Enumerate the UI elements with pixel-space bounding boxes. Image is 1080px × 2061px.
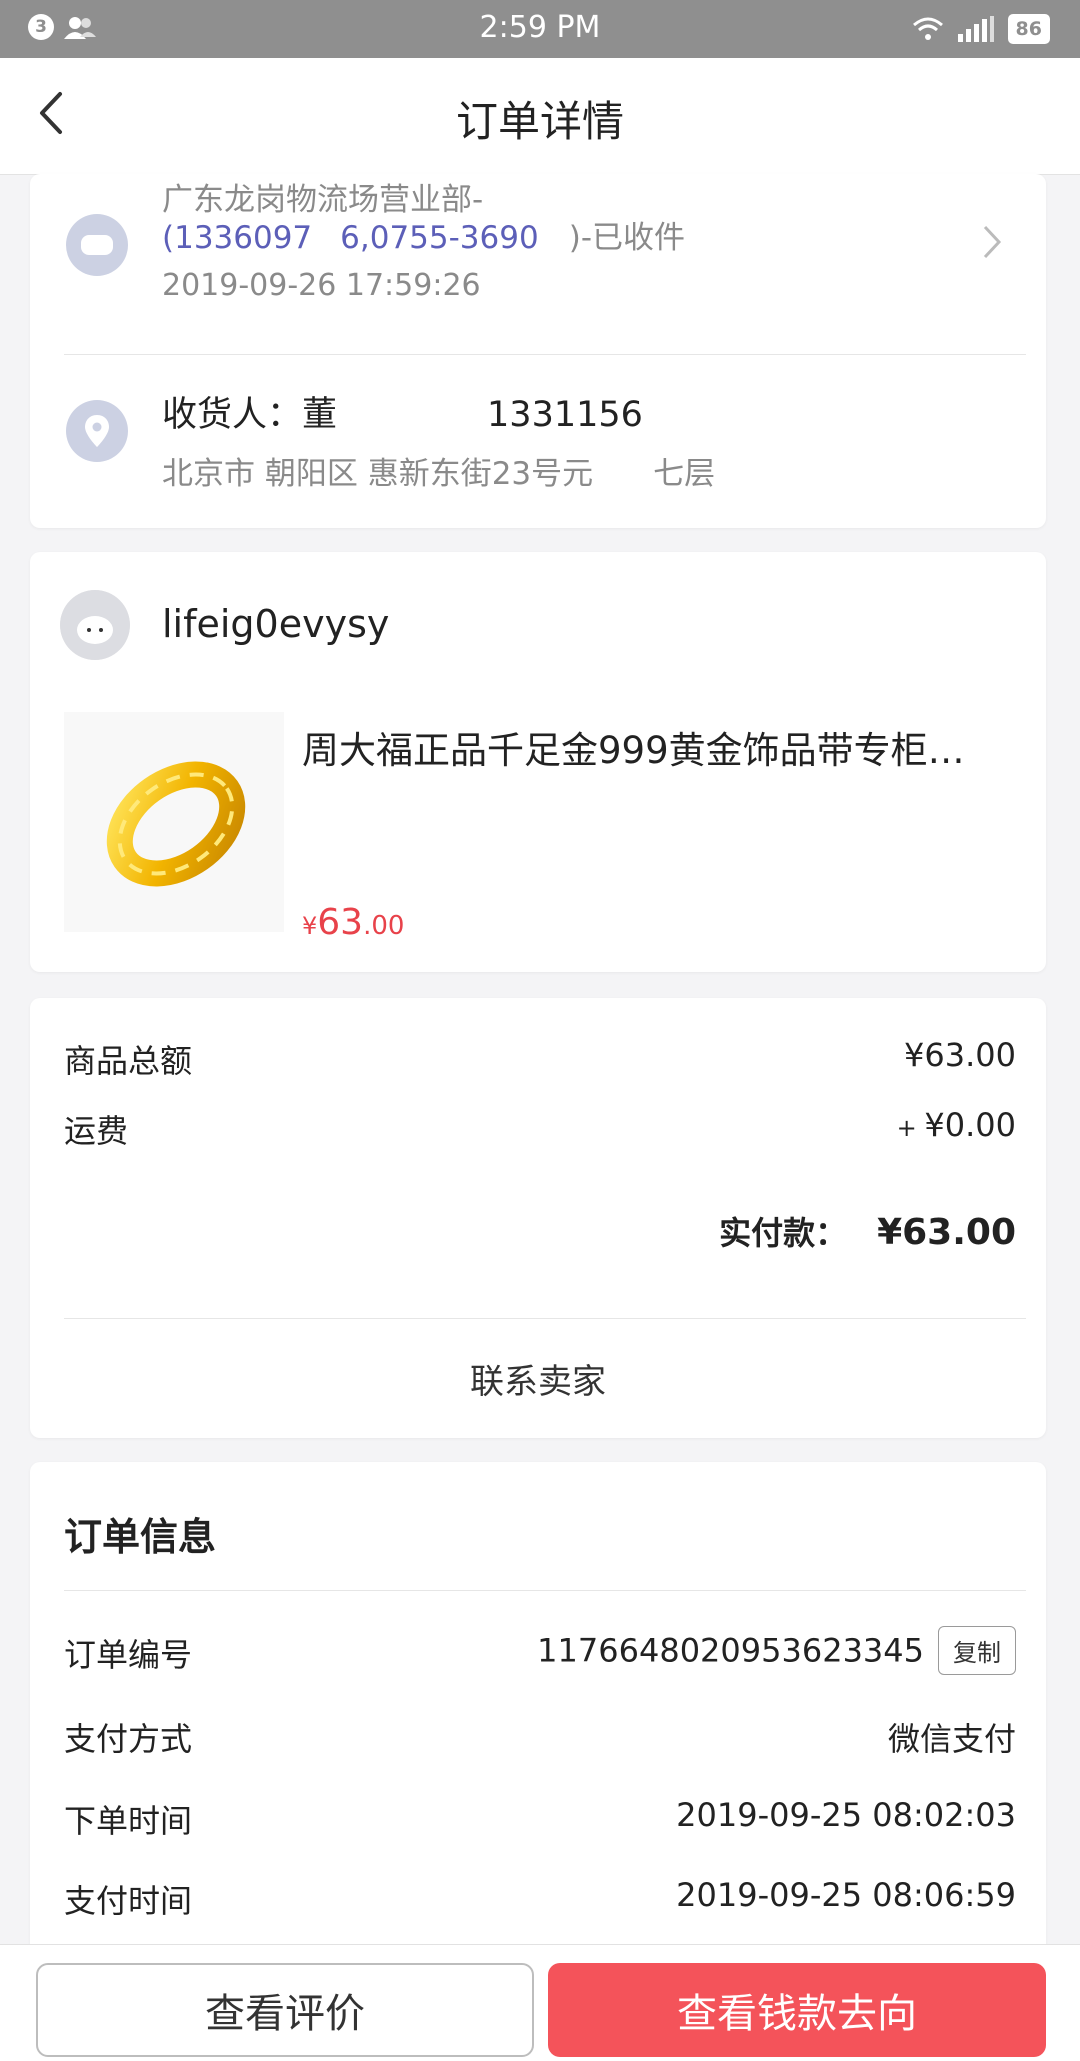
price-symbol: ¥ xyxy=(302,912,318,940)
goods-total-row: 商品总额 ¥63.00 xyxy=(64,1036,1016,1082)
order-info-divider xyxy=(64,1590,1026,1591)
order-number-row: 订单编号 1176648020953623345 复制 xyxy=(64,1626,1016,1676)
goods-total-value: ¥63.00 xyxy=(904,1036,1016,1074)
chevron-right-icon xyxy=(983,225,1002,259)
bottom-action-bar: 查看评价 查看钱款去向 xyxy=(0,1944,1080,2061)
status-right: 86 xyxy=(912,14,1050,44)
shop-avatar[interactable] xyxy=(60,590,130,660)
gold-ring-image xyxy=(106,761,246,887)
logistics-time: 2019-09-26 17:59:26 xyxy=(162,268,481,303)
order-number-value: 1176648020953623345 xyxy=(537,1631,924,1670)
shipping-row: 运费 + ¥0.00 xyxy=(64,1106,1016,1152)
price-decimal: .00 xyxy=(363,911,405,941)
price-integer: 63 xyxy=(317,902,364,943)
payment-method-value: 微信支付 xyxy=(887,1720,1016,1758)
order-time-row: 下单时间 2019-09-25 08:02:03 xyxy=(64,1796,1016,1842)
order-number-label: 订单编号 xyxy=(64,1636,193,1674)
battery-indicator: 86 xyxy=(1007,14,1050,44)
payment-time-value: 2019-09-25 08:06:59 xyxy=(676,1876,1016,1914)
payment-method-label: 支付方式 xyxy=(64,1720,193,1758)
logistics-section[interactable]: 广东龙岗物流场营业部- (1336097 6,0755-3690)-已收件 201… xyxy=(30,174,1046,354)
logistics-tel: 6,0755-3690 xyxy=(340,220,539,256)
copy-order-number-button[interactable]: 复制 xyxy=(938,1626,1016,1675)
product-card: lifeig0evysy 周大福正品千足金999黄金饰品带专柜… ¥63.00 xyxy=(30,552,1046,972)
view-review-button[interactable]: 查看评价 xyxy=(36,1963,534,2057)
order-info-title: 订单信息 xyxy=(64,1515,217,1559)
product-price: ¥63.00 xyxy=(302,902,404,943)
recipient-line: 收货人：董 1331156 xyxy=(162,386,643,437)
shipping-prefix: + xyxy=(896,1114,925,1142)
truck-icon xyxy=(66,214,128,276)
recipient-phone: 1331156 xyxy=(487,395,643,435)
logistics-line2: (1336097 6,0755-3690 )-已收件 xyxy=(162,212,685,257)
logistics-phone: (1336097 xyxy=(162,220,313,256)
paid-row: 实付款： ¥63.00 xyxy=(64,1208,1016,1254)
page-title: 订单详情 xyxy=(455,97,624,146)
logistics-status: )-已收件 xyxy=(568,220,685,256)
order-info-card: 订单信息 订单编号 1176648020953623345 复制 支付方式 微信支… xyxy=(30,1462,1046,1962)
location-pin-icon xyxy=(66,400,128,462)
payment-method-row: 支付方式 微信支付 xyxy=(64,1714,1016,1760)
shop-name[interactable]: lifeig0evysy xyxy=(162,602,389,646)
order-number-group: 1176648020953623345 复制 xyxy=(537,1626,1016,1675)
delivery-divider xyxy=(64,354,1026,355)
sheep-avatar-icon xyxy=(60,590,130,660)
product-title[interactable]: 周大福正品千足金999黄金饰品带专柜… xyxy=(302,720,965,774)
shipping-amount: + ¥0.00 xyxy=(897,1106,1016,1144)
payment-summary-card: 商品总额 ¥63.00 运费 + ¥0.00 实付款： ¥63.00 联系卖家 xyxy=(30,998,1046,1438)
address-text: 北京市 朝阳区 惠新东街23号元 xyxy=(162,456,594,492)
payment-time-label: 支付时间 xyxy=(64,1882,193,1920)
address-tail: 七层 xyxy=(653,456,716,492)
recipient-name: 董 xyxy=(302,395,338,435)
product-image[interactable] xyxy=(64,712,284,932)
order-time-label: 下单时间 xyxy=(64,1802,193,1840)
status-bar: 3 2:59 PM 86 xyxy=(0,0,1080,58)
recipient-address: 北京市 朝阳区 惠新东街23号元 七层 xyxy=(162,448,715,493)
paid-value: ¥63.00 xyxy=(877,1212,1016,1253)
summary-divider xyxy=(64,1318,1026,1319)
view-money-flow-button[interactable]: 查看钱款去向 xyxy=(548,1963,1046,2057)
payment-time-row: 支付时间 2019-09-25 08:06:59 xyxy=(64,1876,1016,1922)
address-section: 收货人：董 1331156 北京市 朝阳区 惠新东街23号元 七层 xyxy=(30,356,1046,526)
goods-total-label: 商品总额 xyxy=(64,1042,193,1080)
signal-icon xyxy=(957,16,994,42)
wifi-icon xyxy=(912,17,943,40)
shipping-value: ¥0.00 xyxy=(924,1106,1016,1144)
nav-bar: 订单详情 xyxy=(0,58,1080,175)
paid-label: 实付款： xyxy=(719,1214,848,1252)
contact-seller-button[interactable]: 联系卖家 xyxy=(30,1354,1046,1403)
shipping-label: 运费 xyxy=(64,1112,129,1150)
recipient-label: 收货人： xyxy=(162,395,303,435)
delivery-card: 广东龙岗物流场营业部- (1336097 6,0755-3690)-已收件 201… xyxy=(30,174,1046,528)
order-time-value: 2019-09-25 08:02:03 xyxy=(676,1796,1016,1834)
